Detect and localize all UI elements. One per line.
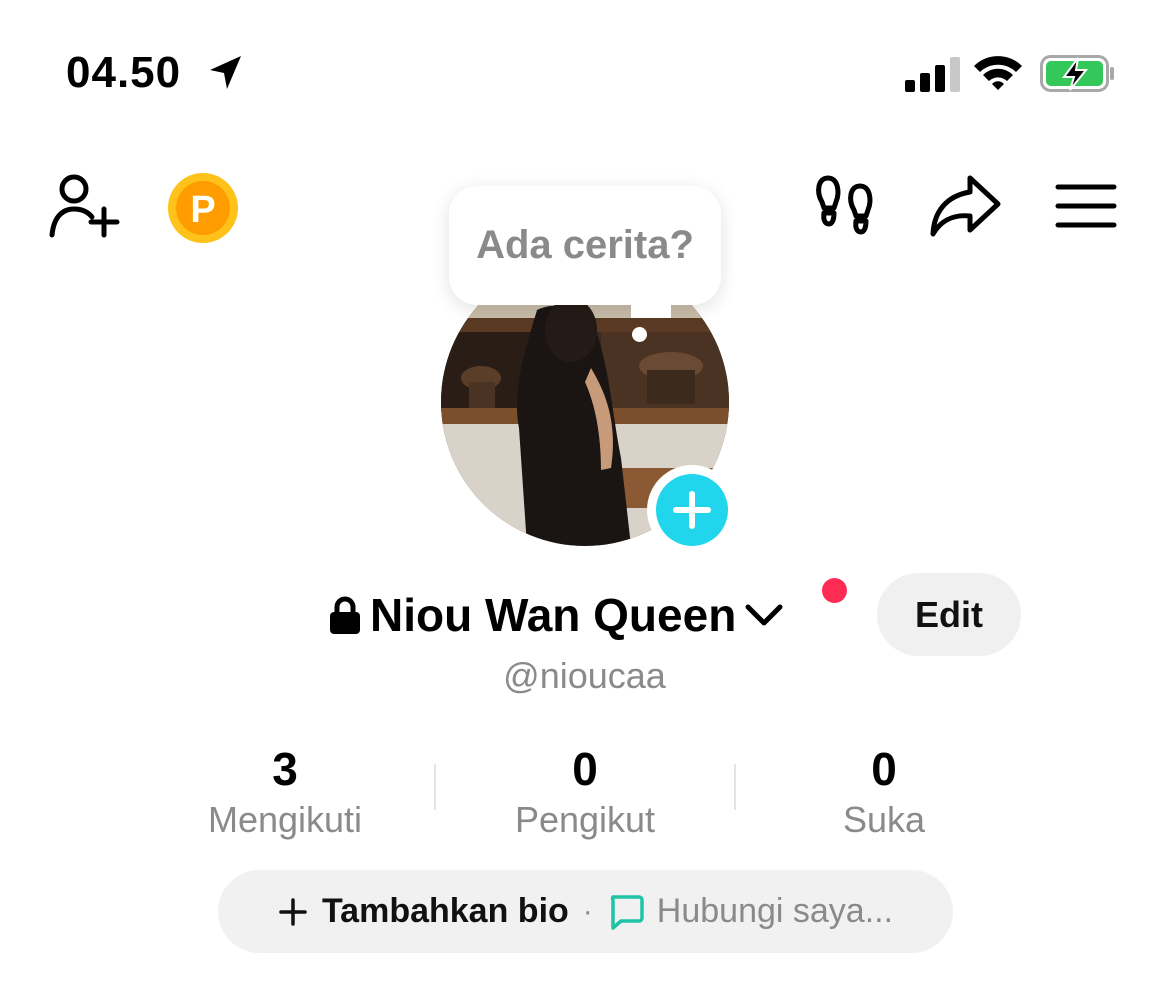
share-button[interactable] <box>928 172 1002 245</box>
username: @nioucaa <box>503 655 666 696</box>
stat-following[interactable]: 3 Mengikuti <box>155 742 415 842</box>
stat-followers-label: Pengikut <box>514 799 656 840</box>
add-friend-button[interactable] <box>48 173 120 244</box>
name-row: Niou Wan Queen <box>328 588 784 642</box>
footprints-icon <box>816 175 873 235</box>
contact-me-button[interactable]: Hubungi saya... <box>607 892 893 931</box>
coin-icon: P <box>168 173 238 243</box>
add-bio-label: Tambahkan bio <box>321 892 569 930</box>
story-prompt-text: Ada cerita? <box>476 223 694 267</box>
menu-icon <box>1055 184 1117 228</box>
coin-button[interactable]: P <box>166 172 240 249</box>
profile-screen: 04.50 P Ada cerita? Niou Wan Queen Edit … <box>0 0 1169 987</box>
story-bubble-tail <box>631 300 671 318</box>
display-name: Niou Wan Queen <box>370 589 737 641</box>
share-icon <box>930 175 1001 237</box>
stat-likes-count: 0 <box>871 743 897 795</box>
bio-pill: Tambahkan bio · Hubungi saya... <box>218 870 953 953</box>
stat-divider <box>734 764 736 810</box>
wifi-icon <box>974 56 1022 90</box>
edit-profile-button[interactable]: Edit <box>877 573 1021 656</box>
menu-button[interactable] <box>1055 183 1117 234</box>
story-bubble-dot <box>632 327 647 342</box>
stat-followers-count: 0 <box>572 743 598 795</box>
add-story-button[interactable] <box>647 465 737 555</box>
stat-following-count: 3 <box>272 743 298 795</box>
location-arrow-icon <box>210 56 241 89</box>
add-friend-icon <box>49 174 120 238</box>
plus-icon <box>673 491 711 529</box>
notification-dot <box>822 578 847 603</box>
cellular-signal-icon <box>905 57 960 92</box>
add-story-circle <box>656 474 728 546</box>
bio-separator: · <box>582 894 593 928</box>
chat-bubble-icon <box>610 894 644 930</box>
coin-letter: P <box>190 189 215 231</box>
stat-likes-label: Suka <box>842 799 926 840</box>
lock-icon <box>330 596 360 634</box>
status-time: 04.50 <box>66 48 182 97</box>
add-bio-button[interactable]: Tambahkan bio <box>278 892 569 931</box>
stat-likes[interactable]: 0 Suka <box>754 742 1014 842</box>
chevron-down-icon[interactable] <box>744 601 784 629</box>
stat-divider <box>434 764 436 810</box>
contact-me-label: Hubungi saya... <box>656 892 894 930</box>
profile-views-button[interactable] <box>812 172 878 243</box>
plus-icon <box>279 897 307 926</box>
stat-following-label: Mengikuti <box>207 799 363 840</box>
story-prompt-bubble[interactable]: Ada cerita? <box>449 186 721 305</box>
battery-charging-icon <box>1040 55 1114 92</box>
stat-followers[interactable]: 0 Pengikut <box>455 742 715 842</box>
